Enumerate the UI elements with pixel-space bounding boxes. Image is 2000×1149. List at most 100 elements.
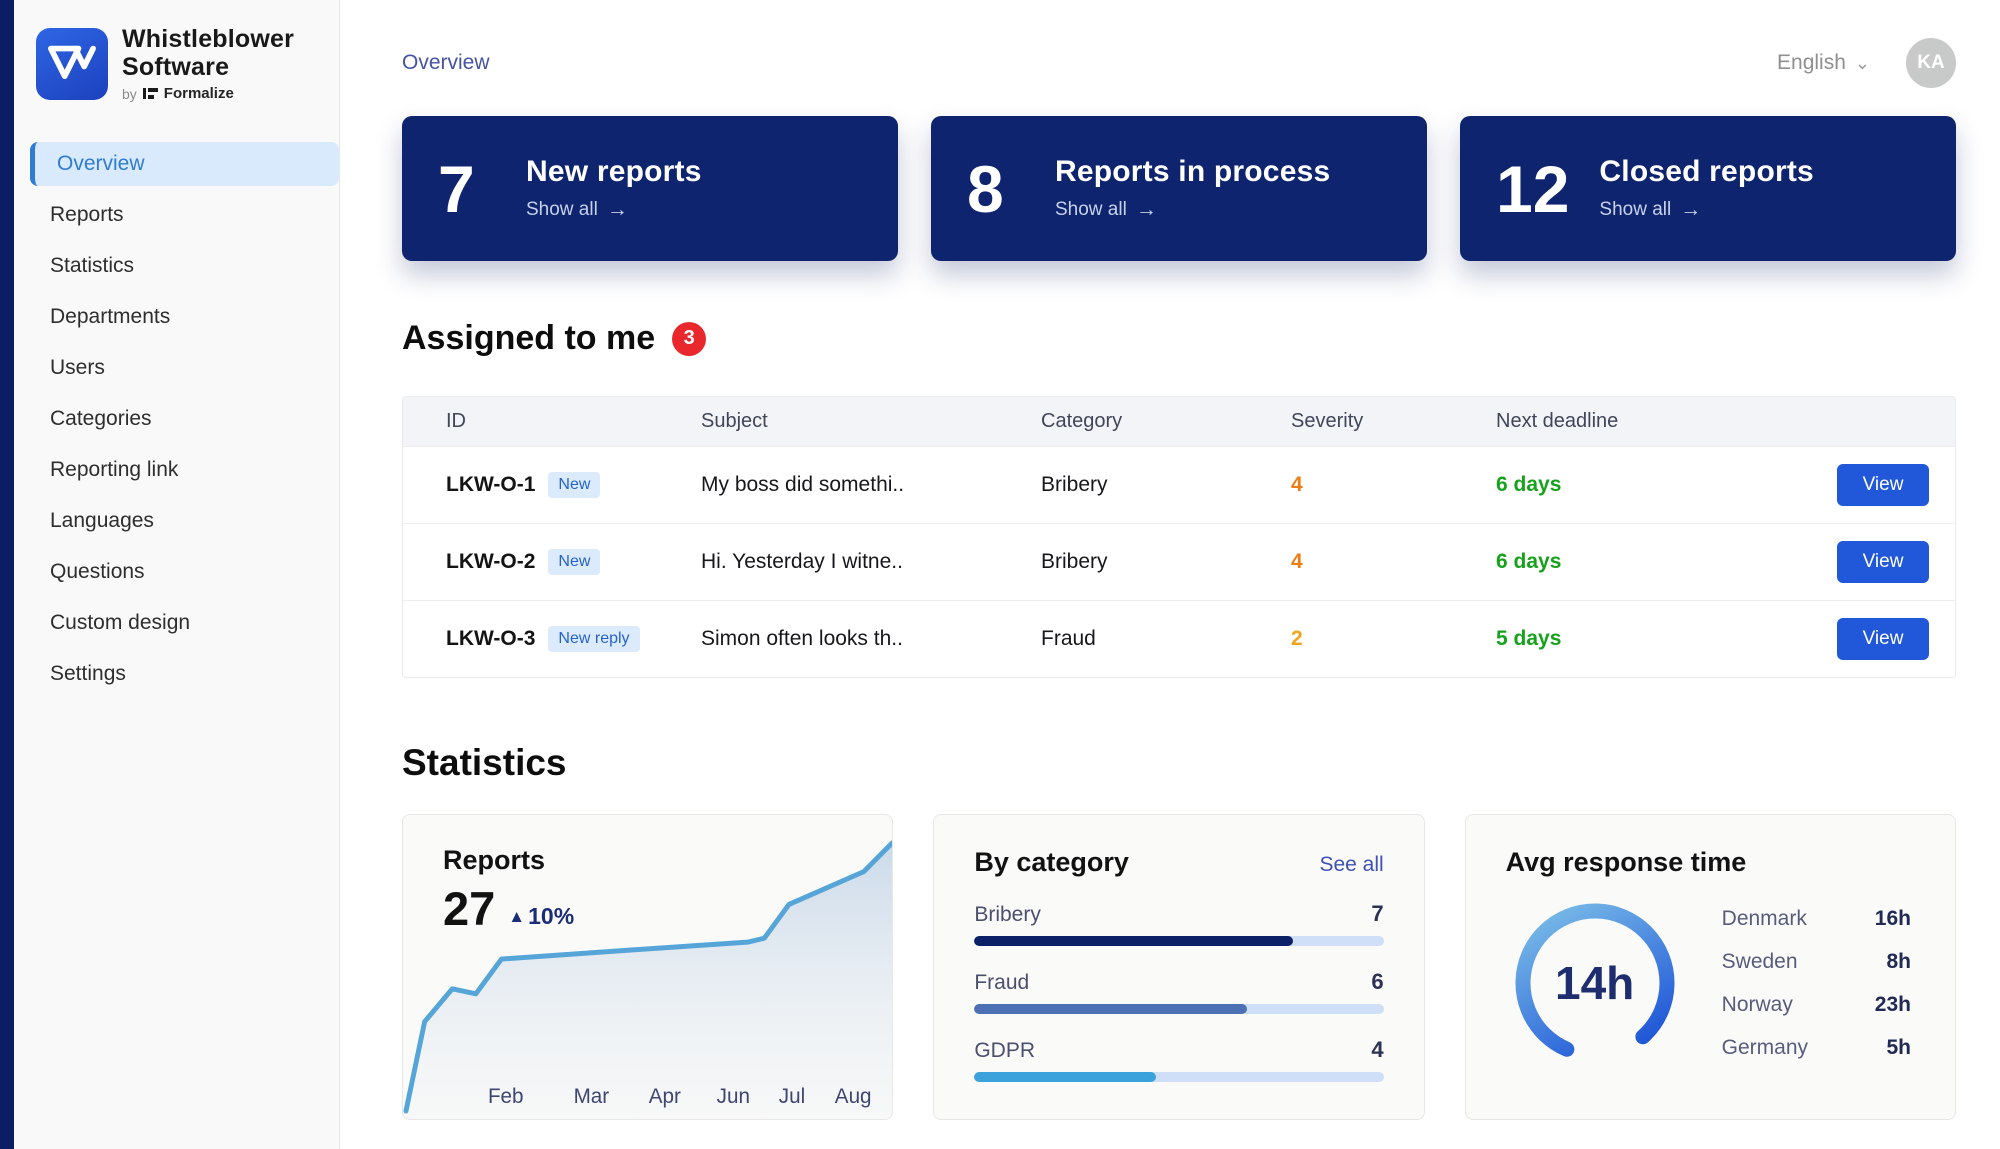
language-selector[interactable]: English ⌄ bbox=[1777, 51, 1870, 75]
view-button[interactable]: View bbox=[1837, 541, 1929, 583]
reports-chart-panel: FebMarAprJunJulAug Reports 27 ▲ 10% bbox=[402, 814, 893, 1120]
sidebar-item-categories[interactable]: Categories bbox=[14, 397, 339, 441]
avg-response-panel: Avg response time bbox=[1465, 814, 1956, 1120]
country-label: Denmark bbox=[1722, 907, 1807, 931]
show-all-link[interactable]: Show all→ bbox=[1055, 198, 1330, 222]
breadcrumb: Overview bbox=[402, 51, 490, 75]
subject-cell: Simon often looks th.. bbox=[701, 627, 1041, 651]
sidebar: WhistleblowerSoftware by Formalize Overv… bbox=[14, 0, 340, 1149]
brand-byline: by Formalize bbox=[122, 85, 294, 102]
summary-cards: 7New reportsShow all→8Reports in process… bbox=[402, 116, 1956, 261]
show-all-link[interactable]: Show all→ bbox=[526, 198, 702, 222]
category-label-row: Fraud 6 bbox=[974, 969, 1383, 995]
brand-text: WhistleblowerSoftware by Formalize bbox=[122, 26, 294, 102]
response-country-list: Denmark16hSweden8hNorway23hGermany5h bbox=[1722, 907, 1917, 1060]
summary-card-0: 7New reportsShow all→ bbox=[402, 116, 898, 261]
language-label: English bbox=[1777, 51, 1846, 75]
up-triangle-icon: ▲ bbox=[508, 907, 525, 927]
report-id: LKW-O-1 bbox=[446, 473, 535, 497]
country-label: Germany bbox=[1722, 1036, 1808, 1060]
category-bar-fill bbox=[974, 1072, 1156, 1082]
report-id-cell: LKW-O-2New bbox=[446, 549, 701, 575]
chevron-down-icon: ⌄ bbox=[1855, 59, 1870, 68]
subject-cell: My boss did somethi.. bbox=[701, 473, 1041, 497]
table-row: LKW-O-3New replySimon often looks th..Fr… bbox=[403, 600, 1955, 677]
response-row: Denmark 16h bbox=[1722, 907, 1911, 931]
show-all-link[interactable]: Show all→ bbox=[1599, 198, 1814, 222]
avg-response-title: Avg response time bbox=[1506, 847, 1917, 878]
severity-cell: 4 bbox=[1291, 473, 1496, 497]
category-bar-track bbox=[974, 936, 1383, 946]
sidebar-item-questions[interactable]: Questions bbox=[14, 550, 339, 594]
table-header-row: IDSubjectCategorySeverityNext deadline bbox=[403, 397, 1955, 446]
sidebar-item-departments[interactable]: Departments bbox=[14, 295, 339, 339]
category-cell: Bribery bbox=[1041, 473, 1291, 497]
x-tick-label: Mar bbox=[574, 1085, 610, 1108]
status-badge: New bbox=[548, 549, 600, 575]
response-row: Sweden8h bbox=[1722, 950, 1911, 974]
category-cell: Fraud bbox=[1041, 627, 1291, 651]
category-label: Fraud bbox=[974, 971, 1029, 995]
x-tick-label: Apr bbox=[649, 1085, 681, 1108]
sidebar-item-overview[interactable]: Overview bbox=[30, 142, 339, 186]
summary-card-count: 12 bbox=[1496, 156, 1569, 222]
see-all-link[interactable]: See all bbox=[1319, 853, 1383, 877]
reports-chart-title: Reports bbox=[443, 845, 892, 876]
deadline-cell: 6 days bbox=[1496, 550, 1826, 574]
category-value: 6 bbox=[1371, 969, 1383, 995]
column-header: ID bbox=[446, 410, 701, 433]
by-category-title: By category bbox=[974, 847, 1129, 878]
category-bar-fill bbox=[974, 1004, 1247, 1014]
column-header: Subject bbox=[701, 410, 1041, 433]
view-button[interactable]: View bbox=[1837, 618, 1929, 660]
assigned-title: Assigned to me bbox=[402, 319, 655, 358]
column-header: Severity bbox=[1291, 410, 1496, 433]
sidebar-item-custom-design[interactable]: Custom design bbox=[14, 601, 339, 645]
arrow-right-icon: → bbox=[1136, 198, 1157, 222]
summary-card-body: Closed reports Show all→ bbox=[1599, 155, 1814, 222]
category-bar-track bbox=[974, 1004, 1383, 1014]
topbar: Overview English ⌄ KA bbox=[402, 0, 1956, 88]
x-tick-label: Jun bbox=[717, 1085, 750, 1108]
summary-card-title: Reports in process bbox=[1055, 155, 1330, 189]
brand[interactable]: WhistleblowerSoftware by Formalize bbox=[14, 0, 339, 120]
reports-delta: ▲ 10% bbox=[508, 903, 574, 930]
country-label: Sweden bbox=[1722, 950, 1798, 974]
brand-name: WhistleblowerSoftware bbox=[122, 26, 294, 81]
main-content: Overview English ⌄ KA 7New reportsShow a… bbox=[340, 0, 2000, 1149]
sidebar-item-statistics[interactable]: Statistics bbox=[14, 244, 339, 288]
category-bar-track bbox=[974, 1072, 1383, 1082]
avatar[interactable]: KA bbox=[1906, 38, 1956, 88]
category-label-row: GDPR4 bbox=[974, 1037, 1383, 1063]
arrow-right-icon: → bbox=[1680, 198, 1701, 222]
reports-total: 27 bbox=[443, 888, 495, 930]
country-label: Norway bbox=[1722, 993, 1793, 1017]
status-badge: New reply bbox=[548, 626, 639, 652]
table-row: LKW-O-1NewMy boss did somethi..Bribery46… bbox=[403, 446, 1955, 523]
sidebar-item-settings[interactable]: Settings bbox=[14, 652, 339, 696]
statistics-section: Statistics FebMarAprJunJulAug Reports 27 bbox=[402, 742, 1956, 1120]
view-button[interactable]: View bbox=[1837, 464, 1929, 506]
formalize-icon bbox=[143, 87, 158, 100]
assigned-table: IDSubjectCategorySeverityNext deadline LK… bbox=[402, 396, 1956, 678]
sidebar-item-languages[interactable]: Languages bbox=[14, 499, 339, 543]
column-header: Category bbox=[1041, 410, 1291, 433]
summary-card-title: Closed reports bbox=[1599, 155, 1814, 189]
summary-card-count: 8 bbox=[967, 156, 1025, 222]
status-badge: New bbox=[548, 472, 600, 498]
sidebar-item-reports[interactable]: Reports bbox=[14, 193, 339, 237]
category-bars: Bribery7 Fraud 6 GDPR4 bbox=[974, 901, 1383, 1082]
country-value: 16h bbox=[1875, 907, 1911, 931]
response-row: Norway23h bbox=[1722, 993, 1911, 1017]
category-value: 4 bbox=[1371, 1037, 1383, 1063]
gauge-center-value: 14h bbox=[1506, 894, 1684, 1072]
sidebar-item-users[interactable]: Users bbox=[14, 346, 339, 390]
summary-card-2: 12 Closed reports Show all→ bbox=[1460, 116, 1956, 261]
sidebar-item-reporting-link[interactable]: Reporting link bbox=[14, 448, 339, 492]
sidebar-nav: Overview Reports Statistics Departments User… bbox=[14, 142, 339, 696]
category-bar-row: Bribery7 bbox=[974, 901, 1383, 946]
summary-card-title: New reports bbox=[526, 155, 702, 189]
report-id-cell: LKW-O-1 New bbox=[446, 472, 701, 498]
category-bar-row: GDPR4 bbox=[974, 1037, 1383, 1082]
arrow-right-icon: → bbox=[607, 198, 628, 222]
